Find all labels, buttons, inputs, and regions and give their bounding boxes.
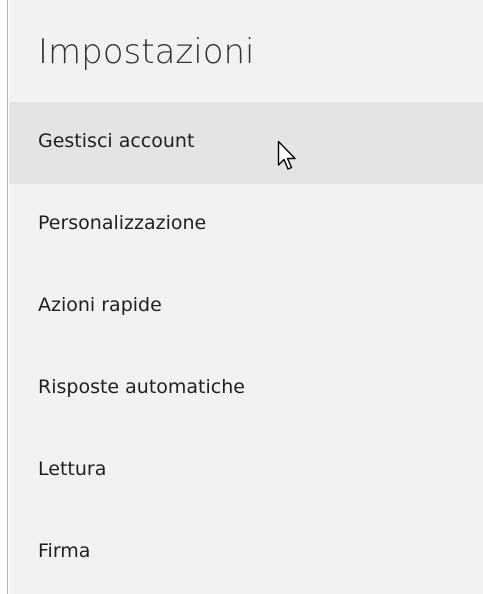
settings-menu: Gestisci account Personalizzazione Azion…	[9, 102, 483, 594]
settings-panel: Impostazioni Gestisci account Personaliz…	[9, 0, 483, 594]
menu-item-reading[interactable]: Lettura	[9, 430, 483, 512]
menu-item-label: Azioni rapide	[38, 294, 162, 316]
menu-item-automatic-replies[interactable]: Risposte automatiche	[9, 348, 483, 430]
panel-title: Impostazioni	[38, 32, 255, 72]
menu-item-label: Gestisci account	[38, 130, 195, 152]
menu-item-quick-actions[interactable]: Azioni rapide	[9, 266, 483, 348]
menu-item-label: Lettura	[38, 458, 107, 480]
menu-item-label: Firma	[38, 540, 91, 562]
left-window-edge	[0, 0, 8, 594]
menu-item-personalization[interactable]: Personalizzazione	[9, 184, 483, 266]
menu-item-label: Risposte automatiche	[38, 376, 245, 398]
menu-item-manage-accounts[interactable]: Gestisci account	[9, 102, 483, 184]
menu-item-signature[interactable]: Firma	[9, 512, 483, 594]
menu-item-label: Personalizzazione	[38, 212, 207, 234]
